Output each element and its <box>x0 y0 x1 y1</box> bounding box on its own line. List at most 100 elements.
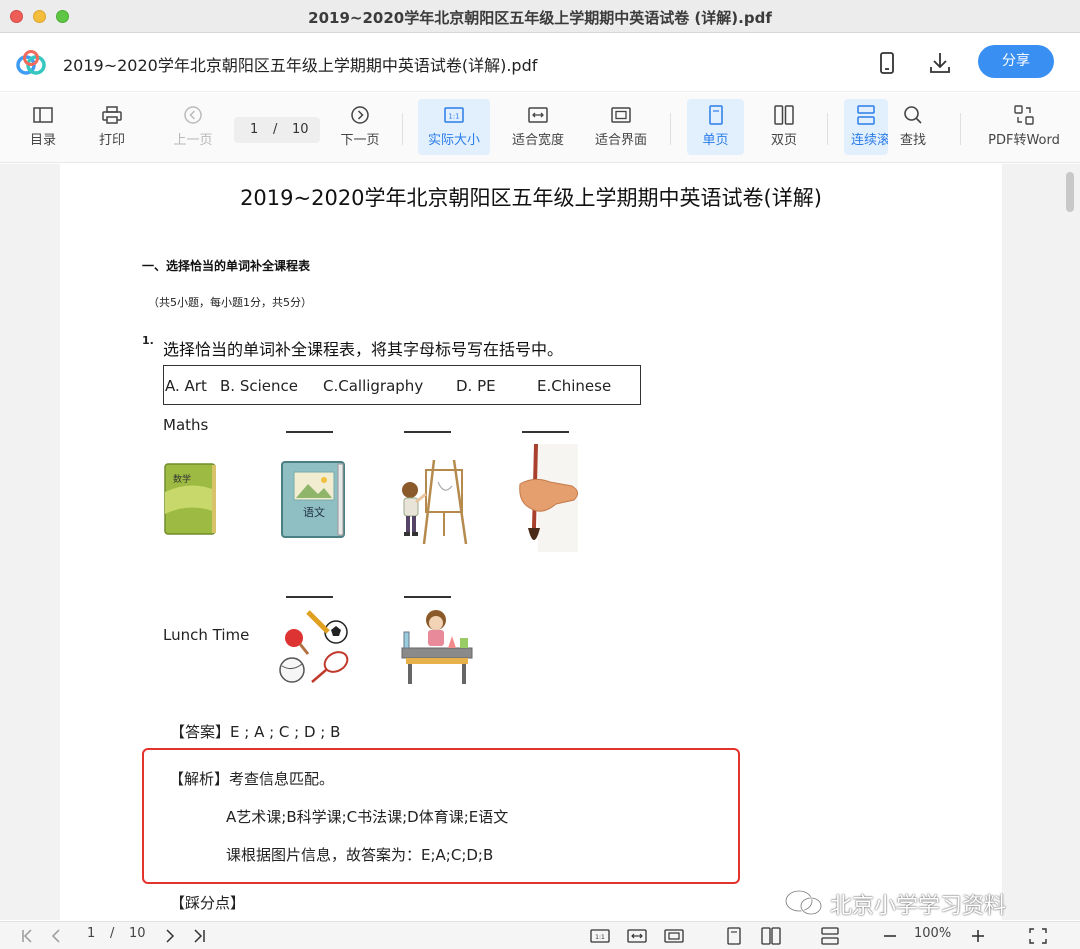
download-icon[interactable] <box>927 50 953 76</box>
option-e: E.Chinese <box>537 377 612 395</box>
actual-size-button[interactable]: 1:1 实际大小 <box>418 99 490 155</box>
prev-page-icon[interactable] <box>46 927 66 945</box>
actual-size-icon[interactable]: 1:1 <box>590 927 610 945</box>
toolbar-divider <box>827 113 828 145</box>
chevron-right-circle-icon <box>351 106 369 124</box>
toolbar-divider <box>960 113 961 145</box>
last-page-icon[interactable] <box>189 927 209 945</box>
toolbar: 目录 打印 上一页 1 / 10 下一页 1:1 实际大小 适合宽度 适合界面 … <box>0 93 1080 163</box>
answer-blank <box>286 431 333 433</box>
print-icon <box>102 106 122 124</box>
bottom-page-current[interactable]: 1 <box>87 926 95 941</box>
art-painting-image <box>402 459 468 545</box>
question-number: 1. <box>142 334 154 347</box>
answer-blank <box>286 596 333 598</box>
search-icon <box>904 106 922 124</box>
find-label: 查找 <box>899 133 926 148</box>
answer-blank <box>404 596 451 598</box>
next-page-button[interactable]: 下一页 <box>332 99 388 155</box>
zoom-level: 100% <box>914 926 952 941</box>
double-page-label: 双页 <box>770 133 797 148</box>
pdf-page: 2019~2020学年北京朝阳区五年级上学期期中英语试卷(详解) 一、选择恰当的… <box>60 164 1002 920</box>
single-page-icon[interactable] <box>724 927 744 945</box>
explanation-highlight-box: 【解析】考查信息匹配。 A艺术课;B科学课;C书法课;D体育课;E语文 课根据图… <box>142 748 740 884</box>
page-separator: / <box>273 122 278 137</box>
prev-page-label: 上一页 <box>173 133 213 148</box>
fit-width-button[interactable]: 适合宽度 <box>505 99 571 155</box>
svg-text:1:1: 1:1 <box>448 113 459 121</box>
chinese-book-label: 语文 <box>303 505 325 519</box>
double-page-icon[interactable] <box>761 927 781 945</box>
fit-page-label: 适合界面 <box>594 133 647 148</box>
wechat-icon <box>784 889 823 916</box>
fit-page-icon[interactable] <box>664 927 684 945</box>
document-viewer[interactable]: 2019~2020学年北京朝阳区五年级上学期期中英语试卷(详解) 一、选择恰当的… <box>0 164 1080 920</box>
toc-button[interactable]: 目录 <box>18 99 68 155</box>
fit-width-icon <box>528 107 548 123</box>
toc-label: 目录 <box>29 133 56 148</box>
doc-heading: 2019~2020学年北京朝阳区五年级上学期期中英语试卷(详解) <box>240 186 822 210</box>
answer-text: 【答案】E ; A ; C ; D ; B <box>170 723 341 741</box>
continuous-scroll-button[interactable]: 连续滚 <box>844 99 888 155</box>
svg-text:1:1: 1:1 <box>595 934 605 941</box>
bottom-page-separator: / <box>110 926 115 941</box>
toolbar-divider <box>402 113 403 145</box>
scoring-points-title: 【踩分点】 <box>170 894 246 912</box>
bottom-page-total: 10 <box>129 926 146 941</box>
print-label: 打印 <box>98 133 125 148</box>
row-label-lunch-time: Lunch Time <box>163 626 250 644</box>
pdf-to-word-button[interactable]: PDF转Word <box>980 99 1068 155</box>
single-page-button[interactable]: 单页 <box>687 99 744 155</box>
math-book-label: 数学 <box>173 473 191 485</box>
section-note: （共5小题，每小题1分，共5分） <box>148 296 312 309</box>
options-box: A. Art B. Science C.Calligraphy D. PE E.… <box>163 365 641 405</box>
next-page-icon[interactable] <box>160 927 180 945</box>
mobile-icon[interactable] <box>874 50 900 76</box>
page-total: 10 <box>292 122 309 137</box>
option-b: B. Science <box>220 377 298 395</box>
watermark-text: 北京小学学习资料 <box>830 894 1007 919</box>
math-book-image: 数学 <box>164 463 216 535</box>
share-button[interactable]: 分享 <box>978 45 1054 78</box>
window-title: 2019~2020学年北京朝阳区五年级上学期期中英语试卷 (详解).pdf <box>308 9 772 27</box>
section-heading: 一、选择恰当的单词补全课程表 <box>142 259 311 273</box>
document-title: 2019~2020学年北京朝阳区五年级上学期期中英语试卷(详解).pdf <box>63 56 538 75</box>
calligraphy-brush-image <box>519 443 578 552</box>
explanation-line-1: A艺术课;B科学课;C书法课;D体育课;E语文 <box>226 808 509 826</box>
convert-icon <box>1014 105 1034 125</box>
print-button[interactable]: 打印 <box>87 99 137 155</box>
chevron-left-circle-icon <box>184 106 202 124</box>
first-page-icon[interactable] <box>18 927 38 945</box>
vertical-scrollbar[interactable] <box>1066 172 1074 212</box>
chinese-book-image: 语文 <box>281 461 345 538</box>
toolbar-divider <box>670 113 671 145</box>
continuous-scroll-icon[interactable] <box>820 927 840 945</box>
bottom-status-bar: 1 / 10 1:1 100% <box>0 921 1080 949</box>
page-current: 1 <box>250 122 259 137</box>
app-header: 2019~2020学年北京朝阳区五年级上学期期中英语试卷(详解).pdf 分享 <box>0 34 1080 92</box>
double-page-button[interactable]: 双页 <box>757 99 811 155</box>
single-page-label: 单页 <box>702 133 729 148</box>
fullscreen-icon[interactable] <box>1028 927 1048 945</box>
sports-equipment-image <box>279 610 349 683</box>
fit-page-button[interactable]: 适合界面 <box>588 99 654 155</box>
fit-page-icon <box>611 107 631 123</box>
answer-blank <box>522 431 569 433</box>
fit-width-icon[interactable] <box>627 927 647 945</box>
explanation-title: 【解析】考查信息匹配。 <box>169 770 335 788</box>
double-page-icon <box>774 105 794 125</box>
pdf-to-word-label: PDF转Word <box>988 133 1060 148</box>
explanation-line-2: 课根据图片信息，故答案为：E;A;C;D;B <box>226 846 494 864</box>
fit-width-label: 适合宽度 <box>511 133 564 148</box>
zoom-in-icon[interactable] <box>968 927 988 945</box>
zoom-out-icon[interactable] <box>880 927 900 945</box>
prev-page-button[interactable]: 上一页 <box>165 99 221 155</box>
actual-size-icon: 1:1 <box>444 107 464 123</box>
option-a: A. Art <box>165 377 207 395</box>
toc-icon <box>33 107 53 123</box>
find-button[interactable]: 查找 <box>890 99 936 155</box>
answer-blank <box>404 431 451 433</box>
app-logo-icon <box>16 50 46 75</box>
page-number-input[interactable]: 1 / 10 <box>234 117 320 143</box>
actual-size-label: 实际大小 <box>427 133 480 148</box>
